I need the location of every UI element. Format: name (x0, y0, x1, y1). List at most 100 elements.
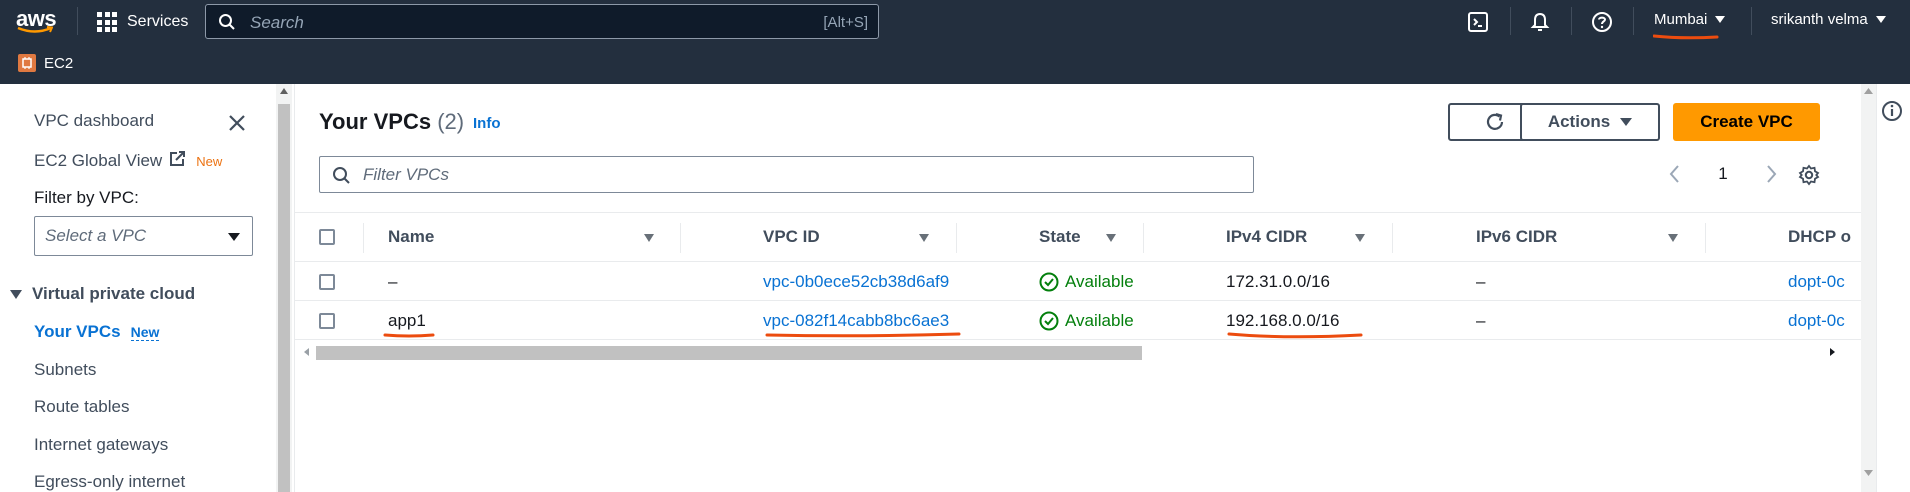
user-label: srikanth velma (1771, 11, 1868, 28)
service-bar: EC2 (0, 43, 1910, 84)
column-header-name[interactable]: Name (388, 227, 434, 247)
column-divider (1143, 223, 1144, 253)
sidebar-item-your-vpcs[interactable]: Your VPCs New (34, 322, 160, 342)
annotation-underline (1653, 34, 1719, 40)
cell-ipv6-cidr: – (1476, 311, 1486, 330)
scroll-left-icon[interactable] (304, 348, 309, 356)
column-header-ipv6-cidr[interactable]: IPv6 CIDR (1476, 227, 1557, 247)
horizontal-scrollbar[interactable] (296, 344, 1862, 360)
cloudshell-icon[interactable] (1467, 11, 1489, 33)
scroll-up-icon[interactable] (1864, 88, 1873, 94)
sidebar-item-route-tables[interactable]: Route tables (34, 397, 129, 417)
ec2-service-icon (18, 54, 36, 72)
annotation-underline (383, 333, 435, 338)
info-link[interactable]: Info (473, 115, 501, 132)
nav-divider (1510, 7, 1511, 35)
sidebar-scrollbar-thumb[interactable] (278, 104, 290, 492)
user-menu[interactable]: srikanth velma (1771, 11, 1886, 28)
sort-icon[interactable] (1355, 234, 1365, 242)
row-checkbox[interactable] (319, 274, 335, 290)
services-menu[interactable]: Services (97, 11, 188, 33)
column-divider (363, 223, 364, 253)
service-link[interactable]: EC2 (44, 55, 73, 72)
vpc-select-placeholder: Select a VPC (45, 226, 147, 245)
state-label: Available (1065, 272, 1134, 291)
column-header-ipv4-cidr[interactable]: IPv4 CIDR (1226, 227, 1307, 247)
section-label: Virtual private cloud (32, 284, 196, 303)
cell-state: Available (1039, 311, 1134, 331)
help-icon[interactable] (1591, 11, 1613, 33)
table-row[interactable]: – vpc-0b0ece52cb38d6af9 Available 172.31… (295, 263, 1862, 301)
sort-icon[interactable] (919, 234, 929, 242)
section-virtual-private-cloud[interactable]: Virtual private cloud (10, 284, 195, 304)
filter-placeholder: Filter VPCs (363, 165, 449, 184)
search-icon (333, 167, 350, 184)
sidebar-item-egress-only-internet[interactable]: Egress-only internet (34, 472, 185, 492)
sidebar-item-global-view[interactable]: EC2 Global View New (34, 150, 222, 171)
check-circle-icon (1039, 311, 1059, 331)
create-vpc-button[interactable]: Create VPC (1673, 103, 1820, 141)
column-header-vpc-id[interactable]: VPC ID (763, 227, 820, 247)
column-divider (680, 223, 681, 253)
page-title: Your VPCs (2) (319, 109, 464, 135)
info-icon[interactable] (1881, 100, 1903, 122)
gear-icon[interactable] (1798, 164, 1820, 186)
close-icon[interactable] (228, 114, 246, 132)
sidebar-item-internet-gateways[interactable]: Internet gateways (34, 435, 168, 455)
sort-icon[interactable] (644, 234, 654, 242)
cell-vpc-id[interactable]: vpc-082f14cabb8bc6ae3 (763, 311, 949, 331)
region-label: Mumbai (1654, 11, 1708, 28)
actions-button[interactable]: Actions (1520, 103, 1660, 141)
bell-icon[interactable] (1529, 11, 1551, 33)
create-vpc-label: Create VPC (1700, 112, 1793, 131)
check-circle-icon (1039, 272, 1059, 292)
scroll-right-icon[interactable] (1830, 348, 1835, 356)
search-icon (219, 14, 235, 30)
region-selector[interactable]: Mumbai (1654, 11, 1726, 28)
scroll-up-icon[interactable] (280, 88, 288, 94)
cell-ipv4-cidr: 192.168.0.0/16 (1226, 311, 1340, 330)
cell-vpc-id[interactable]: vpc-0b0ece52cb38d6af9 (763, 272, 949, 292)
sort-icon[interactable] (1106, 234, 1116, 242)
cell-name: app1 (388, 311, 426, 330)
table-header: Name VPC ID State IPv4 CIDR IPv6 CIDR DH… (295, 212, 1862, 262)
sidebar-item-subnets[interactable]: Subnets (34, 360, 96, 380)
cell-dhcp[interactable]: dopt-0c (1788, 311, 1845, 331)
column-divider (1705, 223, 1706, 253)
cell-dhcp[interactable]: dopt-0c (1788, 272, 1845, 292)
row-checkbox[interactable] (319, 313, 335, 329)
select-all-checkbox[interactable] (319, 229, 335, 245)
tools-panel (1876, 84, 1910, 492)
column-divider (1392, 223, 1393, 253)
nav-divider (1633, 7, 1634, 35)
column-header-state[interactable]: State (1039, 227, 1081, 247)
main-scrollbar[interactable] (1861, 84, 1876, 492)
caret-down-icon (228, 233, 240, 241)
sort-icon[interactable] (1668, 234, 1678, 242)
aws-smile-icon (17, 26, 53, 33)
table-row[interactable]: app1 vpc-082f14cabb8bc6ae3 Available 192… (295, 302, 1862, 340)
page-title-text: Your VPCs (319, 109, 432, 134)
new-badge: New (196, 154, 223, 169)
chevron-right-icon[interactable] (1766, 164, 1778, 184)
chevron-left-icon[interactable] (1668, 164, 1680, 184)
search-input[interactable]: Search [Alt+S] (205, 4, 879, 39)
vpc-select[interactable]: Select a VPC (34, 216, 253, 256)
filter-vpcs-input[interactable]: Filter VPCs (319, 156, 1254, 193)
cell-name: – (388, 272, 398, 291)
annotation-underline (765, 332, 961, 338)
page-number[interactable]: 1 (1718, 164, 1727, 184)
grid-icon (97, 12, 117, 32)
caret-down-icon (10, 289, 22, 299)
services-label: Services (127, 13, 189, 30)
cell-ipv4-cidr: 172.31.0.0/16 (1226, 272, 1330, 291)
caret-down-icon (1715, 16, 1726, 23)
sidebar-item-vpc-dashboard[interactable]: VPC dashboard (34, 111, 154, 131)
main-content: Your VPCs (2) Info Actions Create VPC Fi… (294, 84, 1862, 492)
aws-logo[interactable]: aws (16, 6, 58, 36)
column-header-dhcp[interactable]: DHCP o (1788, 227, 1851, 247)
horizontal-scrollbar-thumb[interactable] (316, 346, 1142, 360)
vpc-count: (2) (437, 109, 465, 134)
scroll-down-icon[interactable] (1864, 470, 1873, 476)
caret-down-icon (1875, 16, 1886, 23)
